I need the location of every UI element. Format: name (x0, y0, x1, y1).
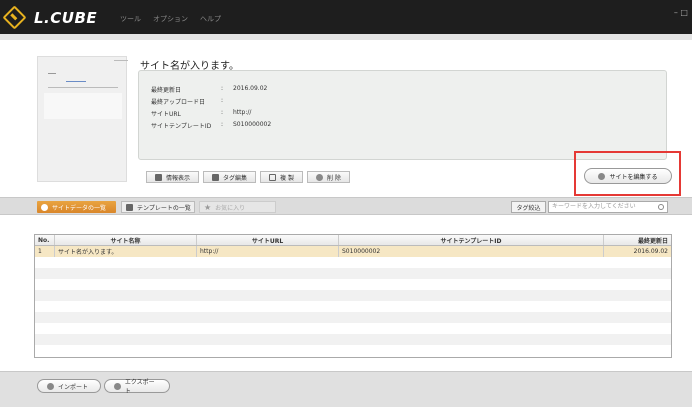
title-bar: L.CUBE ツール オプション ヘルプ – □ (0, 0, 692, 34)
empty-row (35, 268, 671, 279)
info-row-uploaded: 最終アップロード日: (151, 97, 224, 106)
tag-filter-button[interactable]: タグ絞込 (511, 201, 546, 213)
search-icon[interactable] (658, 204, 664, 210)
app-logo: L.CUBE (34, 9, 98, 27)
info-row-template-id: サイトテンプレートID: S010000002 (151, 121, 272, 130)
star-icon: ★ (204, 202, 212, 212)
tag-edit-button[interactable]: タグ編集 (203, 171, 257, 183)
header-site-url[interactable]: サイトURL (197, 235, 339, 245)
info-row-updated: 最終更新日:2016.09.02 (151, 85, 268, 94)
info-row-url: サイトURL: http:// (151, 109, 252, 118)
menu-options[interactable]: オプション (153, 14, 188, 24)
empty-row (35, 334, 671, 345)
sub-bar (0, 34, 692, 40)
info-button[interactable]: 情報表示 (146, 171, 200, 183)
empty-row (35, 323, 671, 334)
thumbnail-caption (114, 60, 128, 61)
footer-bar: インポート エクスポート (0, 371, 692, 407)
globe-icon (41, 203, 48, 211)
empty-row (35, 345, 671, 356)
template-icon (126, 203, 133, 211)
menu-bar: ツール オプション ヘルプ (120, 14, 221, 24)
site-info-panel: 最終更新日:2016.09.02 最終アップロード日: サイトURL: http:… (138, 70, 667, 160)
menu-tools[interactable]: ツール (120, 14, 141, 24)
table-row[interactable]: 1 サイト名が入ります。 http:// S010000002 2016.09.… (35, 246, 671, 257)
copy-icon (269, 173, 277, 181)
header-site-name[interactable]: サイト名称 (55, 235, 197, 245)
empty-row (35, 301, 671, 312)
site-actions: 情報表示 タグ編集 複 製 削 除 (146, 171, 350, 183)
tab-favorites[interactable]: ★ お気に入り (199, 201, 276, 213)
tag-icon (212, 173, 220, 181)
menu-help[interactable]: ヘルプ (200, 14, 221, 24)
edit-globe-icon (598, 172, 606, 180)
import-button[interactable]: インポート (37, 379, 101, 393)
edit-site-button[interactable]: サイトを編集する (584, 168, 672, 184)
header-updated[interactable]: 最終更新日 (604, 235, 671, 245)
export-icon (114, 382, 121, 390)
site-thumbnail (37, 56, 127, 182)
logo-icon (2, 5, 27, 30)
info-icon (155, 173, 162, 181)
empty-row (35, 279, 671, 290)
window-controls[interactable]: – □ (674, 8, 688, 17)
copy-button[interactable]: 複 製 (260, 171, 303, 183)
table-header: No. サイト名称 サイトURL サイトテンプレートID 最終更新日 (35, 235, 671, 246)
empty-row (35, 290, 671, 301)
export-button[interactable]: エクスポート (104, 379, 170, 395)
header-template-id[interactable]: サイトテンプレートID (339, 235, 604, 245)
import-icon (47, 382, 54, 390)
search-input[interactable]: キーワードを入力してください (548, 201, 668, 213)
empty-row (35, 312, 671, 323)
tab-site-list[interactable]: サイトデータの一覧 (37, 201, 116, 213)
header-no[interactable]: No. (35, 235, 55, 245)
delete-button[interactable]: 削 除 (306, 171, 350, 183)
site-table: No. サイト名称 サイトURL サイトテンプレートID 最終更新日 1 サイト… (34, 234, 672, 358)
empty-row (35, 257, 671, 268)
minus-circle-icon (315, 173, 323, 181)
tab-template-list[interactable]: テンプレートの一覧 (121, 201, 195, 213)
tab-bar: サイトデータの一覧 テンプレートの一覧 ★ お気に入り タグ絞込 キーワードを入… (0, 197, 692, 215)
